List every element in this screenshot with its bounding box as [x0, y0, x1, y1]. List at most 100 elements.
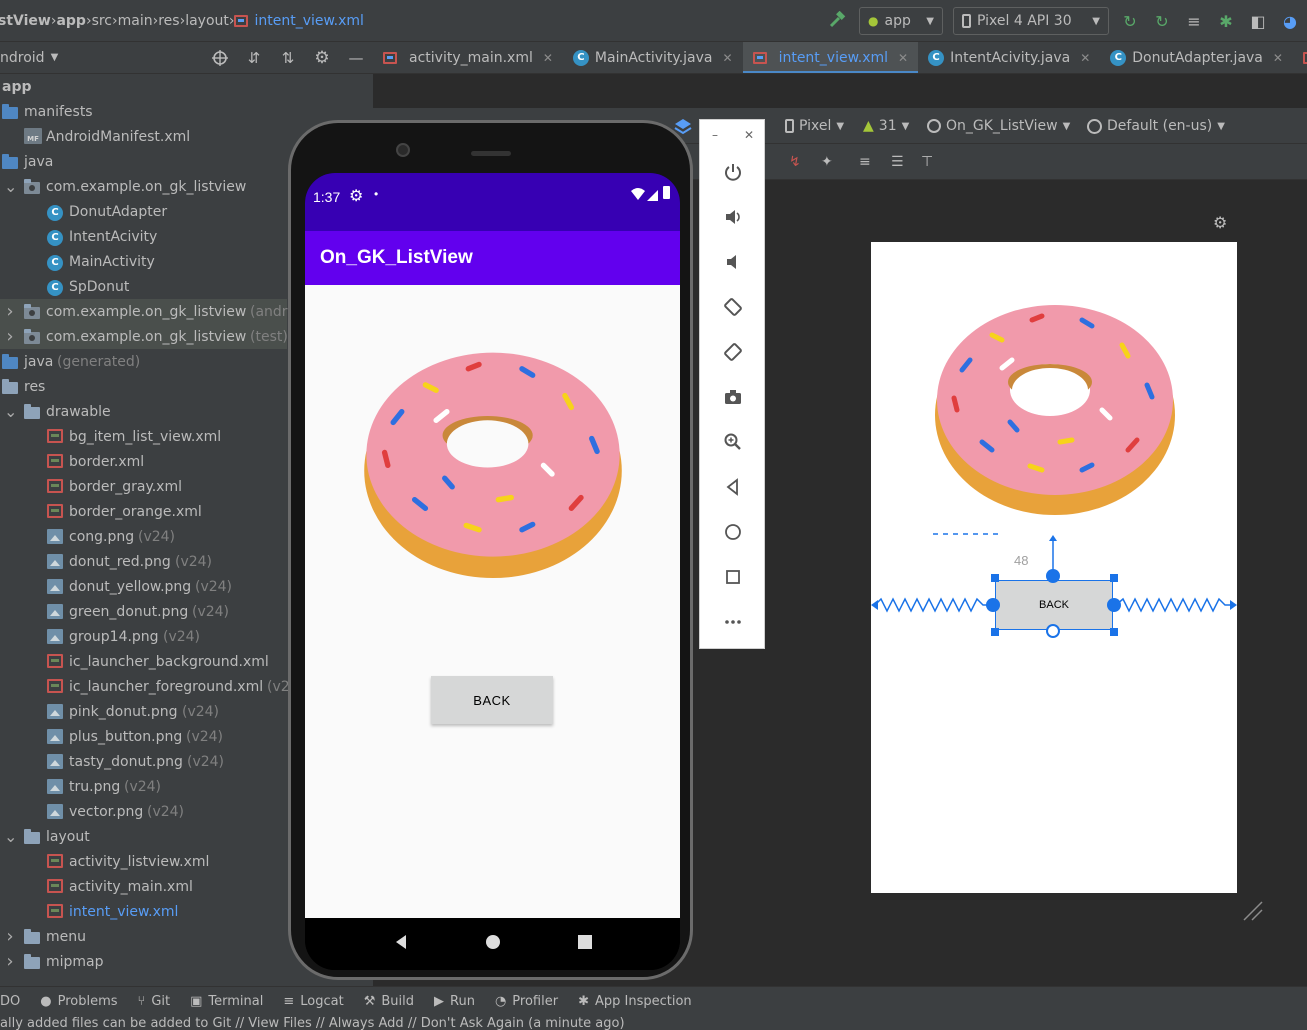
tool-window-button[interactable]: ⑂ Git	[128, 994, 181, 1009]
back-icon[interactable]	[721, 475, 745, 499]
editor-tab[interactable]: C DonutAdapter.java ✕	[1100, 42, 1293, 73]
back-button[interactable]: BACK	[431, 676, 553, 724]
align-icon[interactable]: ☰	[891, 144, 904, 180]
power-icon[interactable]	[721, 160, 745, 184]
constraint-anchor-bottom[interactable]	[1046, 624, 1060, 638]
volume-down-icon[interactable]	[721, 250, 745, 274]
tab-label: DonutAdapter.java	[1132, 49, 1263, 66]
constraint-anchor-end[interactable]	[1107, 598, 1121, 612]
collapse-all-icon[interactable]: ⇅	[277, 47, 299, 69]
nav-back-icon[interactable]	[393, 934, 409, 954]
xml-file-icon	[383, 51, 397, 64]
minimize-icon[interactable]: –	[712, 128, 718, 142]
tree-item[interactable]: › com.example.on_gk_listview (androi	[0, 299, 300, 324]
editor-tab[interactable]: C MainActivity.java ✕	[563, 42, 743, 73]
tree-item-label: menu	[46, 928, 86, 945]
infer-constraints-icon[interactable]: ✦	[821, 144, 833, 180]
locale-select[interactable]: Default (en-us) ▼	[1087, 108, 1225, 144]
breadcrumb-item[interactable]: main	[118, 13, 153, 29]
breadcrumb-item[interactable]: layout	[185, 13, 229, 29]
close-tab-icon[interactable]: ✕	[1273, 51, 1283, 65]
tool-window-button[interactable]: DO	[0, 994, 30, 1009]
close-tab-icon[interactable]: ✕	[898, 51, 908, 65]
project-view-label: ndroid	[0, 49, 45, 66]
breadcrumb-item[interactable]: res	[158, 13, 179, 29]
resize-handle[interactable]	[1110, 574, 1118, 582]
resize-handle[interactable]	[991, 628, 999, 636]
close-tab-icon[interactable]: ✕	[1080, 51, 1090, 65]
api-level-select[interactable]: ▲ 31 ▼	[863, 108, 909, 144]
navigation-bar: stView › app › src › main › res › layout › intent_vi…	[0, 0, 1307, 42]
close-icon[interactable]: ✕	[744, 128, 754, 142]
run-config-select[interactable]: ● app ▼	[859, 7, 943, 35]
tool-window-button[interactable]: ▣ Terminal	[180, 994, 273, 1009]
resize-handle[interactable]	[991, 574, 999, 582]
overview-icon[interactable]	[721, 565, 745, 589]
tree-item-label: ic_launcher_foreground.xml	[69, 678, 264, 695]
tool-window-button[interactable]: ◔ Profiler	[485, 994, 568, 1009]
phone-screen[interactable]: 1:37 ⚙ • On_GK_ListView BACK	[305, 173, 680, 970]
rerun-icon[interactable]: ↻	[1119, 10, 1141, 32]
volume-up-icon[interactable]	[721, 205, 745, 229]
breadcrumb-item[interactable]: app	[56, 13, 86, 29]
editor-tab[interactable]: activity_main.xml ✕	[373, 42, 563, 73]
more-icon[interactable]	[721, 610, 745, 634]
rotate-left-icon[interactable]	[721, 295, 745, 319]
apply-changes-icon[interactable]: ↻	[1151, 10, 1173, 32]
tool-window-label: Terminal	[208, 994, 264, 1009]
breadcrumb-item[interactable]: stView	[0, 13, 51, 29]
resize-handle[interactable]	[1110, 628, 1118, 636]
tool-window-button[interactable]: ⚒ Build	[354, 994, 424, 1009]
guidelines-icon[interactable]: ≡	[859, 144, 871, 180]
constraint-anchor-start[interactable]	[986, 598, 1000, 612]
tool-window-button[interactable]: ● Problems	[30, 994, 127, 1009]
locate-icon[interactable]	[209, 47, 231, 69]
project-view-select[interactable]: ndroid ▼	[0, 50, 58, 66]
tree-item-suffix: (v24)	[147, 803, 185, 820]
device-preview-select[interactable]: Pixel ▼	[785, 108, 844, 144]
chevron-down-icon[interactable]: ⌄	[4, 827, 17, 846]
wrench-icon[interactable]: ⚙	[1213, 213, 1227, 232]
chevron-right-icon[interactable]: ›	[4, 951, 16, 972]
hide-panel-icon[interactable]: —	[345, 47, 367, 69]
margin-icon[interactable]: ⊤	[921, 144, 933, 180]
tree-item[interactable]: app	[0, 74, 373, 99]
tool-window-button[interactable]: ✱ App Inspection	[568, 994, 702, 1009]
nav-home-icon[interactable]	[485, 934, 501, 954]
attach-debugger-icon[interactable]: ◧	[1247, 10, 1269, 32]
chevron-right-icon[interactable]: ›	[4, 326, 16, 347]
profiler-icon[interactable]: ◕	[1279, 10, 1301, 32]
chevron-down-icon[interactable]: ⌄	[4, 402, 17, 421]
expand-all-icon[interactable]: ⇵	[243, 47, 265, 69]
tree-item[interactable]: manifests	[0, 99, 373, 124]
chevron-right-icon[interactable]: ›	[4, 926, 16, 947]
rotate-right-icon[interactable]	[721, 340, 745, 364]
resize-grip-icon[interactable]	[1242, 900, 1264, 922]
clear-constraints-icon[interactable]: ↯	[789, 144, 801, 180]
breadcrumb-item[interactable]: src	[92, 13, 112, 29]
tool-window-button[interactable]: ≡ Logcat	[273, 994, 353, 1009]
chevron-right-icon[interactable]: ›	[4, 301, 16, 322]
breadcrumb-current-file[interactable]: intent_view.xml	[234, 13, 364, 29]
build-hammer-icon[interactable]	[827, 10, 849, 32]
zoom-icon[interactable]	[721, 430, 745, 454]
editor-tab[interactable]: C IntentAcivity.java ✕	[918, 42, 1100, 73]
home-icon[interactable]	[721, 520, 745, 544]
tool-window-button[interactable]: ▶ Run	[424, 994, 485, 1009]
back-button-preview[interactable]: BACK	[995, 580, 1113, 630]
close-tab-icon[interactable]: ✕	[543, 51, 553, 65]
chevron-down-icon[interactable]: ⌄	[4, 177, 17, 196]
constraint-anchor-top[interactable]	[1046, 569, 1060, 583]
camera-icon[interactable]	[721, 385, 745, 409]
tree-item[interactable]: › com.example.on_gk_listview (test)	[0, 324, 288, 349]
gear-icon[interactable]: ⚙	[311, 47, 333, 69]
donut-image-preview[interactable]	[932, 290, 1178, 520]
device-select[interactable]: Pixel 4 API 30 ▼	[953, 7, 1109, 35]
nav-overview-icon[interactable]	[577, 935, 592, 953]
editor-tab[interactable]: intent_view.xml ✕	[742, 42, 919, 73]
editor-tab[interactable]: act	[1293, 42, 1307, 73]
apply-code-changes-icon[interactable]: ≡	[1183, 10, 1205, 32]
close-tab-icon[interactable]: ✕	[723, 51, 733, 65]
theme-select[interactable]: On_GK_ListView ▼	[927, 108, 1070, 144]
debug-icon[interactable]: ✱	[1215, 10, 1237, 32]
